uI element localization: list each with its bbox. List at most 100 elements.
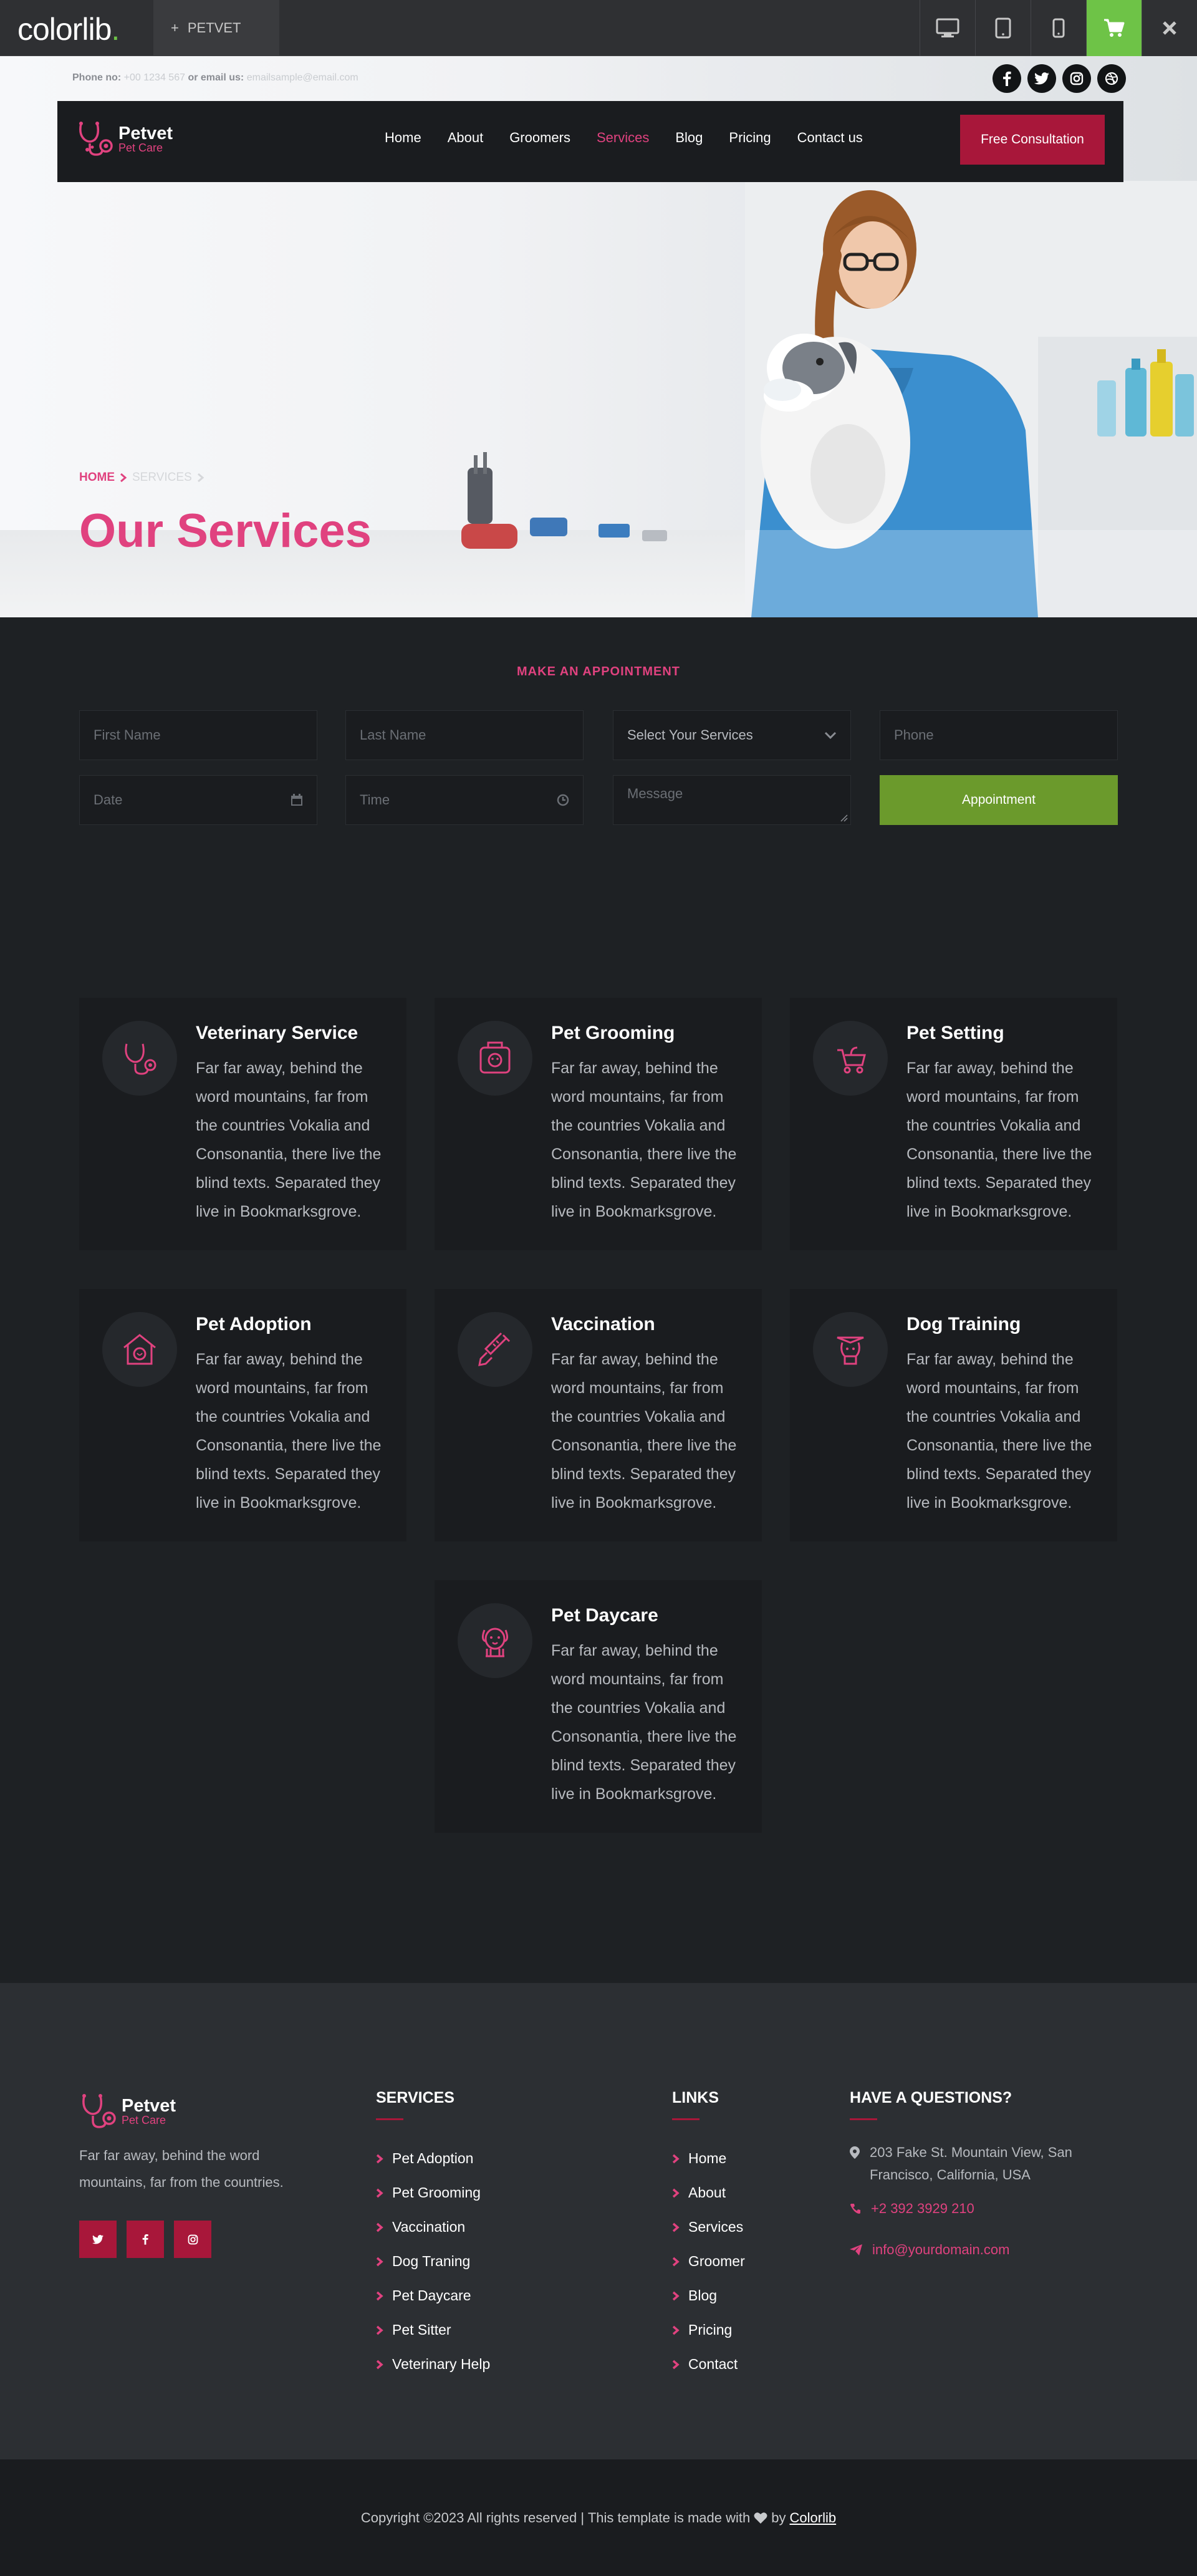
- heading-underline: [850, 2118, 877, 2120]
- footer-logo[interactable]: Petvet Pet Care: [79, 2092, 316, 2131]
- footer-service-link[interactable]: Pet Sitter: [376, 2313, 490, 2347]
- service-card[interactable]: Pet Setting Far far away, behind the wor…: [790, 998, 1117, 1250]
- chevron-right-icon: [376, 2291, 383, 2300]
- footer-logo-name: Petvet: [122, 2096, 176, 2116]
- theme-tab[interactable]: + PETVET: [153, 0, 279, 56]
- footer-link-text: Services: [688, 2219, 744, 2235]
- colorlib-link[interactable]: Colorlib: [790, 2510, 837, 2525]
- footer-link-text: Veterinary Help: [392, 2356, 491, 2372]
- last-name-input[interactable]: Last Name: [345, 710, 584, 760]
- email-label: or email us:: [188, 72, 244, 83]
- footer-instagram-link[interactable]: [174, 2221, 211, 2258]
- twitter-link[interactable]: [1027, 64, 1056, 93]
- service-icon-circle: [458, 1021, 532, 1096]
- close-preview-button[interactable]: [1142, 0, 1197, 56]
- nav-about[interactable]: About: [448, 130, 484, 146]
- appointment-kicker: MAKE AN APPOINTMENT: [517, 665, 680, 678]
- service-description: Far far away, behind the word mountains,…: [196, 1351, 382, 1512]
- chevron-down-icon: [824, 731, 837, 740]
- main-navbar: Petvet Pet Care Home About Groomers Serv…: [57, 101, 1123, 182]
- footer-email[interactable]: info@yourdomain.com: [850, 2239, 1118, 2261]
- footer-service-link[interactable]: Vaccination: [376, 2210, 490, 2244]
- first-name-placeholder: First Name: [94, 727, 161, 743]
- calendar-icon: [291, 794, 302, 806]
- nav-blog[interactable]: Blog: [675, 130, 703, 146]
- service-card[interactable]: Vaccination Far far away, behind the wor…: [435, 1289, 762, 1541]
- mobile-view-button[interactable]: [1031, 0, 1086, 56]
- footer-service-link[interactable]: Dog Traning: [376, 2244, 490, 2279]
- footer-nav-link[interactable]: Pricing: [672, 2313, 745, 2347]
- grooming-tools-decor: [461, 452, 667, 549]
- first-name-input[interactable]: First Name: [79, 710, 317, 760]
- footer-nav-link[interactable]: About: [672, 2176, 745, 2210]
- chevron-right-icon: [672, 2257, 680, 2266]
- facebook-link[interactable]: [993, 64, 1021, 93]
- service-card[interactable]: Pet Adoption Far far away, behind the wo…: [79, 1289, 406, 1541]
- site-footer: Petvet Pet Care Far far away, behind the…: [0, 1983, 1197, 2459]
- footer-facebook-link[interactable]: [127, 2221, 164, 2258]
- copyright-by: by: [771, 2509, 786, 2525]
- tablet-view-button[interactable]: [975, 0, 1031, 56]
- paper-plane-icon: [850, 2244, 862, 2255]
- date-input[interactable]: Date: [79, 775, 317, 825]
- chevron-right-icon: [376, 2188, 383, 2197]
- service-card[interactable]: Veterinary Service Far far away, behind …: [79, 998, 406, 1250]
- breadcrumb-home[interactable]: HOME: [79, 471, 115, 485]
- footer-nav-link[interactable]: Groomer: [672, 2244, 745, 2279]
- service-title: Pet Grooming: [551, 1023, 675, 1043]
- service-icon-circle: [102, 1021, 177, 1096]
- footer-service-link[interactable]: Pet Daycare: [376, 2279, 490, 2313]
- footer-service-link[interactable]: Veterinary Help: [376, 2347, 490, 2381]
- services-select[interactable]: Select Your Services: [613, 710, 851, 760]
- footer-nav-link[interactable]: Contact: [672, 2347, 745, 2381]
- message-textarea[interactable]: Message: [613, 775, 851, 825]
- footer-service-link[interactable]: Pet Adoption: [376, 2141, 490, 2176]
- desktop-view-button[interactable]: [920, 0, 975, 56]
- footer-brand: Petvet Pet Care Far far away, behind the…: [79, 2092, 316, 2258]
- footer-phone[interactable]: +2 392 3929 210: [850, 2197, 1118, 2220]
- footer-services-column: SERVICES Pet Adoption Pet Grooming Vacci…: [376, 2089, 490, 2381]
- chevron-right-icon: [672, 2188, 680, 2197]
- logo-tagline: Pet Care: [118, 142, 163, 154]
- service-card[interactable]: Pet Daycare Far far away, behind the wor…: [435, 1580, 762, 1833]
- page-title: Our Services: [79, 504, 372, 557]
- theme-tab-label: PETVET: [187, 20, 241, 36]
- time-input[interactable]: Time: [345, 775, 584, 825]
- footer-nav-link[interactable]: Blog: [672, 2279, 745, 2313]
- footer-service-link[interactable]: Pet Grooming: [376, 2176, 490, 2210]
- chevron-right-icon: [376, 2222, 383, 2232]
- chevron-right-icon: [120, 473, 127, 483]
- colorlib-logo[interactable]: colorlib.: [17, 11, 120, 47]
- nav-services[interactable]: Services: [597, 130, 649, 146]
- footer-nav-link[interactable]: Services: [672, 2210, 745, 2244]
- instagram-link[interactable]: [1062, 64, 1091, 93]
- footer-link-text: Dog Traning: [392, 2253, 471, 2269]
- petvet-logo-icon: [82, 2094, 116, 2128]
- free-consultation-button[interactable]: Free Consultation: [960, 115, 1105, 165]
- footer-twitter-link[interactable]: [79, 2221, 117, 2258]
- service-card[interactable]: Dog Training Far far away, behind the wo…: [790, 1289, 1117, 1541]
- buy-button[interactable]: [1086, 0, 1142, 56]
- facebook-icon: [1003, 71, 1011, 86]
- footer-logo-text: Petvet Pet Care: [122, 2097, 176, 2126]
- footer-links-list: Home About Services Groomer Blog Pricing…: [672, 2141, 745, 2381]
- nav-home[interactable]: Home: [385, 130, 421, 146]
- nav-pricing[interactable]: Pricing: [729, 130, 771, 146]
- service-description: Far far away, behind the word mountains,…: [906, 1351, 1092, 1512]
- message-placeholder: Message: [627, 786, 683, 801]
- email-text: info@yourdomain.com: [872, 2242, 1010, 2257]
- nav-contact[interactable]: Contact us: [797, 130, 863, 146]
- service-card[interactable]: Pet Grooming Far far away, behind the wo…: [435, 998, 762, 1250]
- nav-groomers[interactable]: Groomers: [509, 130, 570, 146]
- phone-value[interactable]: +00 1234 567: [124, 72, 185, 83]
- tablet-icon: [995, 17, 1011, 39]
- email-value[interactable]: emailsample@email.com: [247, 72, 358, 83]
- appointment-button[interactable]: Appointment: [880, 775, 1118, 825]
- instagram-icon: [1070, 72, 1084, 85]
- resize-handle-icon[interactable]: [839, 813, 848, 822]
- footer-links-heading: LINKS: [672, 2089, 719, 2106]
- dribbble-link[interactable]: [1097, 64, 1126, 93]
- footer-nav-link[interactable]: Home: [672, 2141, 745, 2176]
- phone-input[interactable]: Phone: [880, 710, 1118, 760]
- site-logo[interactable]: Petvet Pet Care: [76, 120, 173, 158]
